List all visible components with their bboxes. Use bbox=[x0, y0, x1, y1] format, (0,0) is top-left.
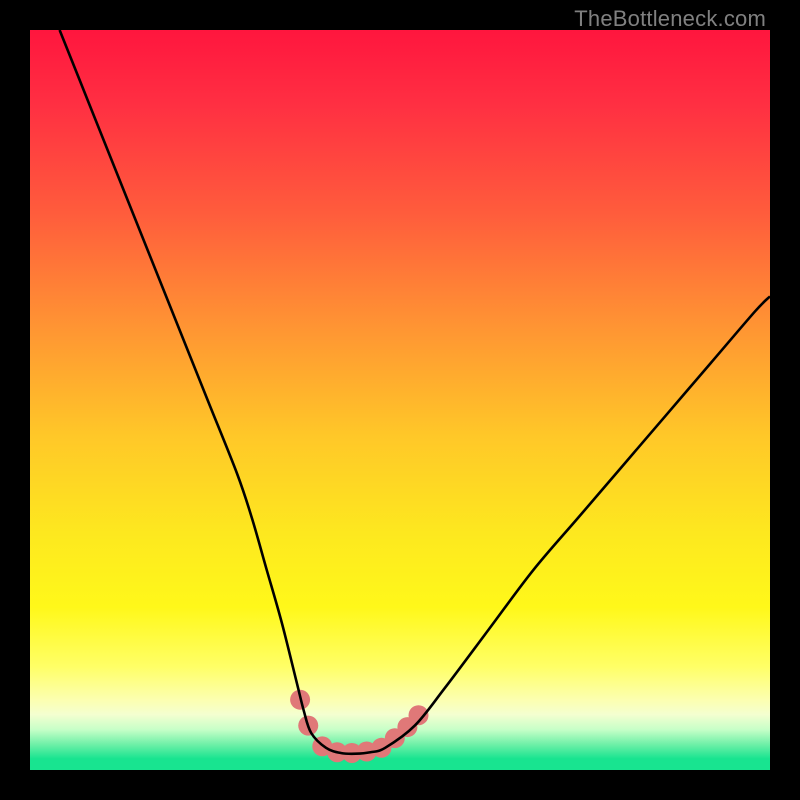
watermark-text: TheBottleneck.com bbox=[574, 6, 766, 32]
bottleneck-curve bbox=[60, 30, 770, 754]
plot-area bbox=[30, 30, 770, 770]
chart-frame: TheBottleneck.com bbox=[0, 0, 800, 800]
valley-markers bbox=[290, 690, 428, 763]
curve-layer bbox=[30, 30, 770, 770]
